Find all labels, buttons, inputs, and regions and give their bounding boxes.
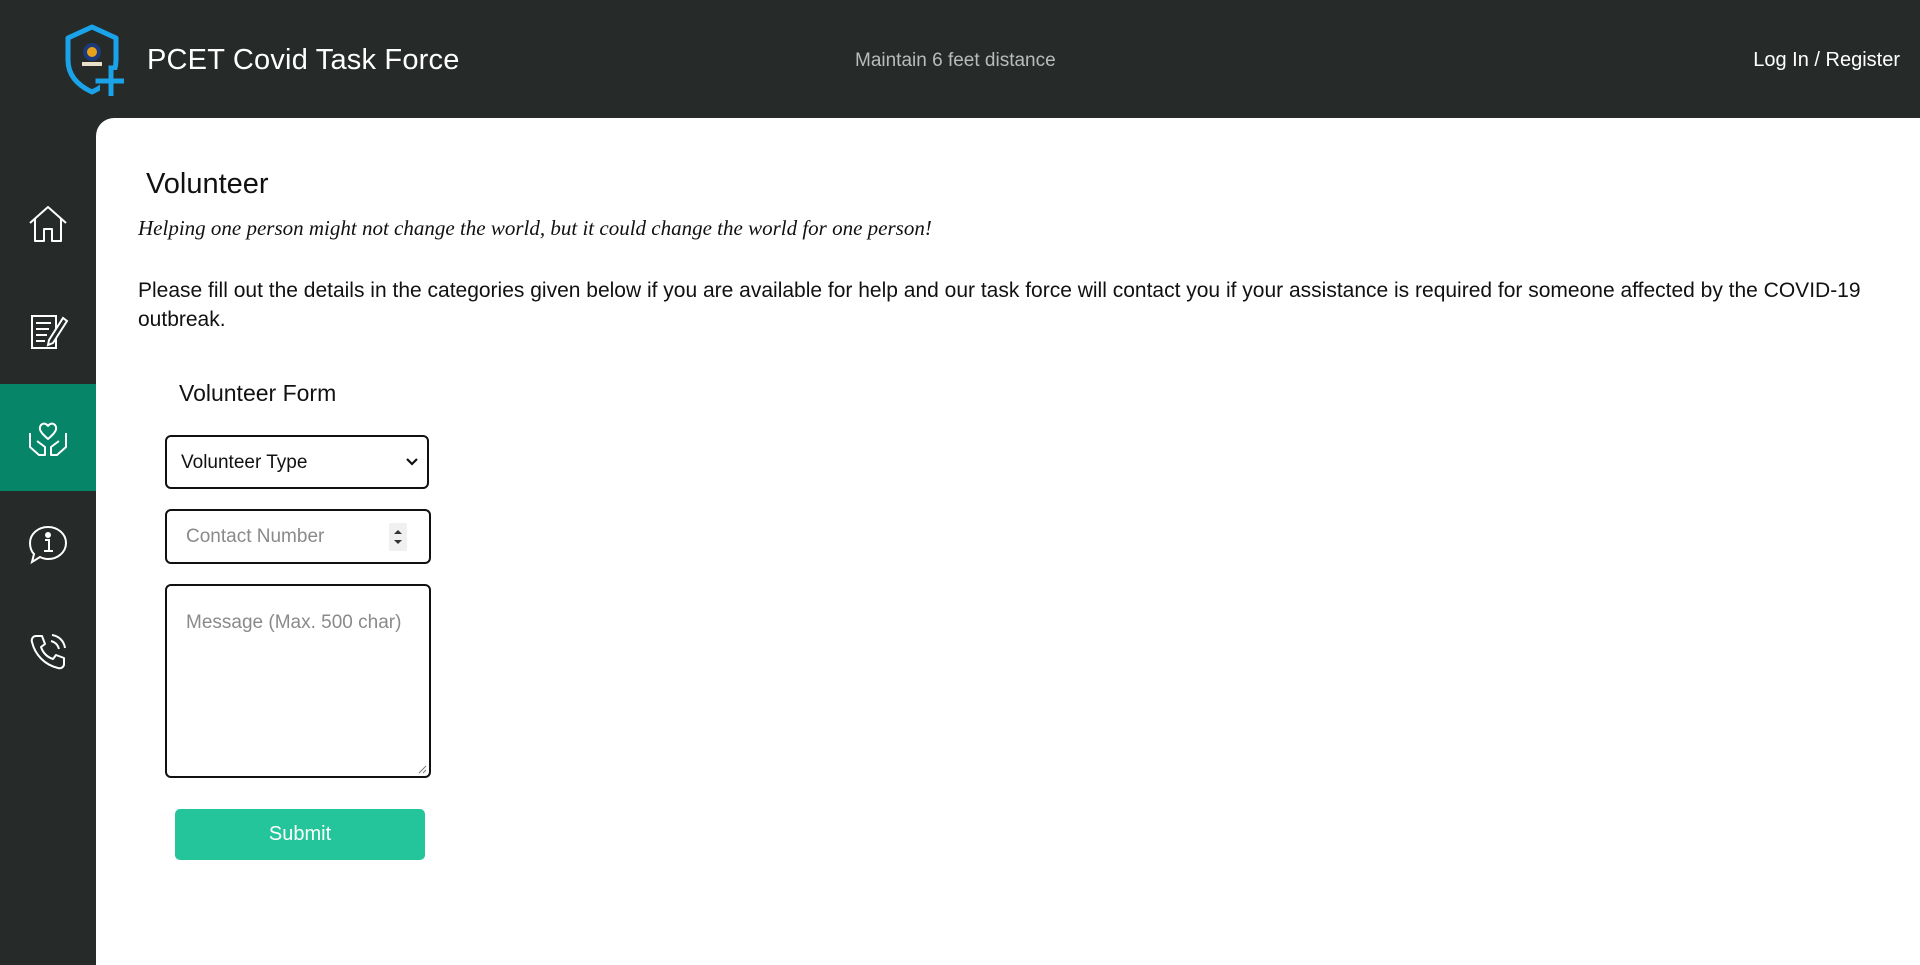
volunteer-type-select[interactable]: Volunteer Type (167, 437, 427, 487)
sidebar-item-volunteer[interactable] (0, 384, 96, 491)
sidebar-item-contact[interactable] (0, 598, 96, 705)
app-title: PCET Covid Task Force (147, 44, 460, 76)
sidebar (0, 118, 96, 965)
shield-plus-icon (65, 24, 124, 96)
sidebar-item-info[interactable] (0, 491, 96, 598)
form-title: Volunteer Form (179, 380, 337, 406)
number-spinner-icon[interactable] (389, 523, 407, 551)
intro-text: Please fill out the details in the categ… (138, 279, 1861, 331)
top-header: PCET Covid Task Force Maintain 6 feet di… (0, 0, 1920, 118)
submit-button[interactable]: Submit (175, 809, 425, 860)
login-register-link[interactable]: Log In / Register (1753, 49, 1900, 72)
sidebar-item-home[interactable] (0, 170, 96, 277)
info-chat-icon (28, 525, 68, 564)
resize-grip-icon[interactable] (417, 764, 427, 774)
form-edit-icon (31, 314, 69, 349)
volunteer-quote: Helping one person might not change the … (138, 216, 932, 240)
volunteer-type-select-wrap: Volunteer Type (165, 435, 429, 489)
page-title: Volunteer (146, 168, 269, 200)
heart-hands-icon (29, 422, 67, 456)
contact-number-input[interactable] (167, 511, 377, 562)
contact-number-wrap (165, 509, 431, 564)
message-textarea[interactable] (167, 586, 429, 776)
main-content: Volunteer Helping one person might not c… (96, 118, 1920, 965)
sidebar-item-form[interactable] (0, 277, 96, 384)
header-tagline: Maintain 6 feet distance (855, 50, 1056, 71)
message-wrap (165, 584, 431, 778)
phone-icon (30, 633, 66, 669)
home-icon (29, 205, 67, 242)
